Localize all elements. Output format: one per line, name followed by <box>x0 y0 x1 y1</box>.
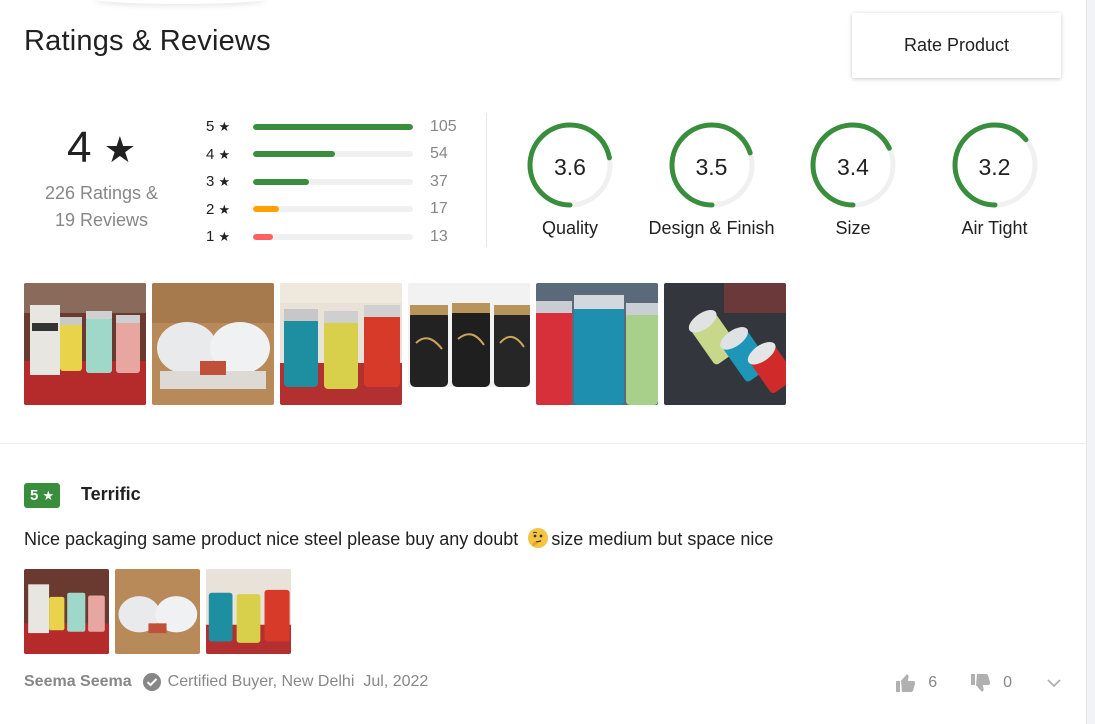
rating-row-4: 4 ★ 54 <box>206 141 476 169</box>
feature-score: 3.5 <box>695 154 728 180</box>
star-icon: ★ <box>42 488 55 503</box>
ratings-count-text: 226 Ratings & <box>44 183 159 203</box>
rating-bar-fill <box>253 123 413 130</box>
feature-score: 3.2 <box>978 154 1011 180</box>
star-icon: ★ <box>218 229 231 245</box>
rating-row-label: 2 ★ <box>206 200 231 218</box>
rating-row-count: 13 <box>430 227 448 245</box>
star-icon: ★ <box>218 201 231 217</box>
review-photo[interactable] <box>24 569 109 654</box>
vertical-divider <box>486 113 487 247</box>
chevron-down-icon[interactable] <box>1044 673 1064 693</box>
ratings-reviews-section: Ratings & Reviews Rate Product 4 ★ 226 R… <box>0 0 1086 724</box>
rating-bar-track <box>253 206 413 213</box>
rating-row-3: 3 ★ 37 <box>206 168 476 196</box>
rating-row-1: 1 ★ 13 <box>206 223 476 251</box>
dislike-button[interactable]: 0 <box>969 671 1012 695</box>
rating-bar-track <box>253 151 413 158</box>
certified-buyer-text: Certified Buyer, New Delhi <box>167 673 355 690</box>
like-count: 6 <box>928 674 938 691</box>
overall-score-value: 4 <box>67 123 92 172</box>
customer-photo[interactable] <box>152 283 274 405</box>
review-footer: Seema Seema Certified Buyer, New Delhi J… <box>24 671 1064 693</box>
rating-bar-fill <box>253 178 310 185</box>
rating-distribution: 5 ★ 105 4 ★ 54 3 ★ 37 2 ★ 17 1 ★ 13 <box>206 113 476 251</box>
rating-row-count: 54 <box>430 145 448 163</box>
feature-rating-size: 3.4 Size <box>783 120 923 239</box>
rating-bar-track <box>253 123 413 130</box>
overall-counts: 226 Ratings & 19 Reviews <box>24 180 179 234</box>
star-icon: ★ <box>218 119 231 135</box>
review-text-part-2: size medium but space nice <box>551 529 774 549</box>
thumbs-down-icon <box>971 674 991 692</box>
review-votes: 6 0 <box>894 671 1064 695</box>
review-photo[interactable] <box>206 569 291 654</box>
feature-rating-air-tight: 3.2 Air Tight <box>925 120 1065 239</box>
section-separator <box>0 443 1086 444</box>
rating-row-5: 5 ★ 105 <box>206 113 476 141</box>
customer-photos <box>24 283 786 405</box>
check-circle-icon <box>142 673 161 691</box>
star-icon: ★ <box>218 174 231 190</box>
rating-bar-fill <box>253 206 279 213</box>
feature-rating-design-finish: 3.5 Design & Finish <box>642 120 782 239</box>
rating-row-label: 3 ★ <box>206 173 231 191</box>
feature-score: 3.4 <box>837 154 869 180</box>
rating-row-count: 105 <box>430 117 457 135</box>
feature-label: Quality <box>541 218 599 238</box>
review-text-part-1: Nice packaging same product nice steel p… <box>24 529 524 549</box>
feature-label: Size <box>835 218 871 238</box>
star-icon: ★ <box>103 129 136 170</box>
review-date: Jul, 2022 <box>363 673 429 690</box>
review-rating-badge: 5 ★ <box>24 483 61 508</box>
rating-bar-fill <box>253 233 273 240</box>
review-text: Nice packaging same product nice steel p… <box>24 527 773 550</box>
top-shadow-decoration <box>95 0 265 4</box>
review-photos <box>24 569 291 654</box>
review-title: Terrific <box>81 484 141 504</box>
rating-bar-fill <box>253 151 336 158</box>
feature-label: Air Tight <box>961 218 1028 238</box>
customer-photo[interactable] <box>536 283 658 405</box>
customer-photo[interactable] <box>24 283 146 405</box>
overall-score: 4 ★ <box>24 122 179 176</box>
like-button[interactable]: 6 <box>894 671 937 695</box>
rating-row-label: 1 ★ <box>206 228 231 246</box>
thinking-face-emoji-icon <box>528 528 549 548</box>
reviews-count-text: 19 Reviews <box>54 210 149 230</box>
review-photo[interactable] <box>115 569 200 654</box>
customer-photo[interactable] <box>280 283 402 405</box>
rate-product-button[interactable]: Rate Product <box>852 13 1061 78</box>
customer-photo[interactable] <box>664 283 786 405</box>
overall-rating: 4 ★ 226 Ratings & 19 Reviews <box>24 122 179 234</box>
rating-bar-track <box>253 233 413 240</box>
customer-photo[interactable] <box>408 283 530 405</box>
review-rating-value: 5 <box>30 487 39 504</box>
review-author: Seema Seema <box>24 673 132 690</box>
rating-bar-track <box>253 178 413 185</box>
rating-row-count: 37 <box>430 172 448 190</box>
feature-rating-quality: 3.6 Quality <box>500 120 640 239</box>
section-title: Ratings & Reviews <box>24 25 271 57</box>
rating-row-count: 17 <box>430 200 448 218</box>
feature-label: Design & Finish <box>648 218 775 238</box>
feature-ratings: 3.6 Quality 3.5 Design & Finish 3.4 Size 3.2 Ai… <box>500 120 1060 260</box>
feature-score: 3.6 <box>554 154 586 180</box>
thumbs-up-icon <box>896 674 916 692</box>
page-edge <box>1086 0 1095 724</box>
rating-row-2: 2 ★ 17 <box>206 196 476 224</box>
rating-row-label: 5 ★ <box>206 118 231 136</box>
rating-row-label: 4 ★ <box>206 145 231 163</box>
star-icon: ★ <box>218 146 231 162</box>
dislike-count: 0 <box>1003 674 1012 691</box>
